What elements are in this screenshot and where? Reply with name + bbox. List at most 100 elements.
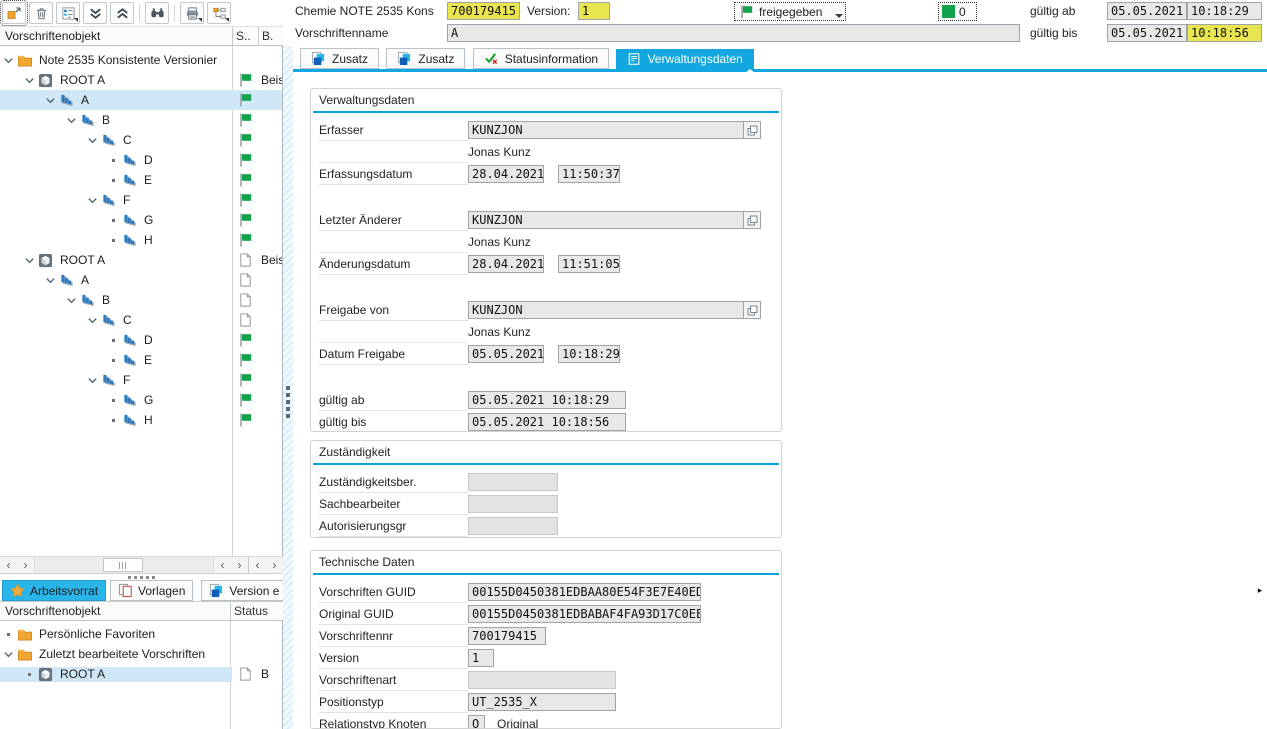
scroll-right-button[interactable]: › <box>266 557 283 573</box>
tree-row[interactable]: ROOT AB <box>0 664 282 684</box>
expander-icon[interactable] <box>84 195 101 206</box>
tab-zusatz-2[interactable]: Zusatz <box>386 48 465 69</box>
field-positionstyp[interactable]: UT_2535_X <box>468 693 616 711</box>
field-original-guid[interactable]: 00155D0450381EDBABAF4FA93D17C0EE <box>468 605 701 623</box>
tab-statusinformation[interactable]: Statusinformation <box>473 48 609 69</box>
scroll-left-button[interactable]: ‹ <box>214 557 231 573</box>
status-count-control[interactable]: 0 <box>938 2 977 21</box>
tree-row[interactable]: E <box>0 350 282 370</box>
field-aenderungsdatum[interactable]: 28.04.2021 <box>468 255 544 273</box>
stacked-windows-icon[interactable] <box>744 121 761 139</box>
tab-zusatz-1[interactable]: Zusatz <box>300 48 379 69</box>
field-erfasser[interactable]: KUNZJON <box>468 121 744 139</box>
expander-icon[interactable] <box>84 135 101 146</box>
print-button[interactable] <box>180 2 204 24</box>
field-autorisierungsgr[interactable] <box>468 517 558 535</box>
legend-button[interactable] <box>56 2 80 24</box>
expander-icon[interactable] <box>42 95 59 106</box>
field-erfassungsdatum[interactable]: 28.04.2021 <box>468 165 544 183</box>
field-label: Freigabe von <box>319 299 468 321</box>
tree-row[interactable]: H <box>0 230 282 250</box>
field-datum-freigabe[interactable]: 05.05.2021 <box>468 345 544 363</box>
delete-button[interactable] <box>29 2 53 24</box>
field-datum-freigabe[interactable]: 10:18:29 <box>558 345 620 363</box>
hierarchy-button[interactable] <box>207 2 231 24</box>
vertical-splitter[interactable] <box>283 46 293 729</box>
expander-icon[interactable] <box>0 55 17 66</box>
name-field[interactable]: A <box>447 24 1020 42</box>
tree-row[interactable]: ROOT ABeisp <box>0 70 282 90</box>
expander-icon[interactable] <box>63 115 80 126</box>
field-version[interactable]: 1 <box>468 649 494 667</box>
field-gueltig-bis[interactable]: 05.05.2021 10:18:56 <box>468 413 626 431</box>
valid-to-time-field[interactable]: 10:18:56 <box>1187 24 1262 42</box>
field-freigabe-von[interactable]: KUNZJON <box>468 301 744 319</box>
tree-row[interactable]: H <box>0 410 282 430</box>
expander-icon[interactable] <box>63 295 80 306</box>
field-relationstyp-knoten[interactable]: O <box>468 715 485 729</box>
expander-icon[interactable] <box>0 649 17 660</box>
field-vorschriften-guid[interactable]: 00155D0450381EDBAA80E54F3E7E40ED <box>468 583 701 601</box>
field-sachbearbeiter[interactable] <box>468 495 558 513</box>
tree-row[interactable]: Zuletzt bearbeitete Vorschriften <box>0 644 282 664</box>
valid-to-date-field[interactable]: 05.05.2021 <box>1107 24 1187 42</box>
expander-icon[interactable] <box>21 75 38 86</box>
tree-row[interactable]: G <box>0 390 282 410</box>
scrollbar-handle[interactable] <box>103 558 143 572</box>
adopt-button[interactable] <box>2 2 26 24</box>
expand-all-button[interactable] <box>110 2 134 24</box>
find-button[interactable] <box>145 2 169 24</box>
scroll-left-button[interactable]: ‹ <box>0 557 17 573</box>
field-vorschriftennr[interactable]: 700179415 <box>468 627 546 645</box>
leaf-bullet-icon <box>105 419 122 422</box>
tree-row[interactable]: C <box>0 310 282 330</box>
tree-row[interactable]: Note 2535 Konsistente Versionier <box>0 50 282 70</box>
tree-row[interactable]: D <box>0 330 282 350</box>
tree-row[interactable]: B <box>0 290 282 310</box>
flag-icon <box>238 152 256 168</box>
steps-icon <box>101 373 119 388</box>
field-erfassungsdatum[interactable]: 11:50:37 <box>558 165 620 183</box>
tree-row[interactable]: Persönliche Favoriten <box>0 624 282 644</box>
tree-row[interactable]: ROOT ABeisp <box>0 250 282 270</box>
tree-row[interactable]: D <box>0 150 282 170</box>
object-id-field[interactable]: 700179415 <box>447 2 520 20</box>
expander-icon[interactable] <box>84 315 101 326</box>
scrollbar-track[interactable] <box>34 557 214 573</box>
splitter-grip-icon[interactable] <box>286 386 290 418</box>
steps-icon <box>101 193 119 208</box>
valid-from-time-field[interactable]: 10:18:29 <box>1187 2 1262 20</box>
tree-row[interactable]: A <box>0 270 282 290</box>
tab-version[interactable]: Version e <box>201 580 283 601</box>
tree-row[interactable]: G <box>0 210 282 230</box>
bottom-column-header: Vorschriftenobjekt Status <box>0 601 283 621</box>
stacked-windows-icon[interactable] <box>744 301 761 319</box>
tree-row[interactable]: E <box>0 170 282 190</box>
tab-arbeitsvorrat[interactable]: Arbeitsvorrat <box>2 580 106 601</box>
release-status-control[interactable]: freigegeben <box>734 2 846 21</box>
tree-row[interactable]: C <box>0 130 282 150</box>
field-aenderungsdatum[interactable]: 11:51:05 <box>558 255 620 273</box>
tree-row[interactable]: B <box>0 110 282 130</box>
scroll-right-button[interactable]: › <box>231 557 248 573</box>
form-row-positionstyp: PositionstypUT_2535_X <box>319 691 773 713</box>
field-letzter-aenderer[interactable]: KUNZJON <box>468 211 744 229</box>
field-gueltig-ab[interactable]: 05.05.2021 10:18:29 <box>468 391 626 409</box>
tab-verwaltungsdaten[interactable]: Verwaltungsdaten <box>616 49 753 70</box>
stacked-windows-icon[interactable] <box>744 211 761 229</box>
version-field[interactable]: 1 <box>578 2 610 20</box>
field-zustaendigkeitsber[interactable] <box>468 473 558 491</box>
scroll-left-button[interactable]: ‹ <box>249 557 266 573</box>
expander-icon[interactable] <box>84 375 101 386</box>
expander-icon[interactable] <box>42 275 59 286</box>
scroll-right-button[interactable]: › <box>17 557 34 573</box>
collapse-all-button[interactable] <box>83 2 107 24</box>
field-vorschriftenart[interactable] <box>468 671 616 689</box>
expander-icon[interactable] <box>21 255 38 266</box>
tree-row[interactable]: F <box>0 370 282 390</box>
field-label: Erfasser <box>319 119 468 141</box>
tab-vorlagen[interactable]: Vorlagen <box>110 580 193 601</box>
valid-from-date-field[interactable]: 05.05.2021 <box>1107 2 1187 20</box>
tree-row[interactable]: A <box>0 90 282 110</box>
tree-row[interactable]: F <box>0 190 282 210</box>
